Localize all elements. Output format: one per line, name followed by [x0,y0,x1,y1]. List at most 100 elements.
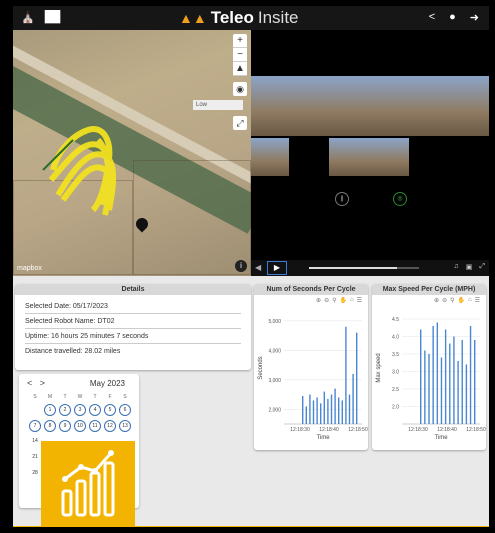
y-tick-label: 2.5 [392,387,399,393]
fullscreen-icon[interactable]: ⤢ [233,116,247,130]
brand-name-bold: Teleo [210,8,254,27]
app-frame: ⛪ ██ ▲▲ Teleo Insite < ● ➜ + − ▲ ◉ Low ⤢… [13,6,489,527]
analytics-tile[interactable] [41,441,135,527]
pip-icon[interactable]: ▣ [466,263,473,271]
bar [316,397,318,424]
x-tick-label: 12:18:40 [319,427,339,433]
calendar-day[interactable]: 12 [104,420,116,432]
seconds-chart: 5,000 4,000 3,000 2,000 12:18:30 12:18:40 12:1… [258,319,368,441]
weekday-label: S [33,394,37,400]
calendar-day[interactable]: 28 [29,468,41,480]
camera-view-bottom-center[interactable] [329,138,409,176]
y-tick-label: 3,000 [268,378,281,384]
calendar-day[interactable]: 5 [104,404,116,416]
bar [424,350,426,424]
satellite-map[interactable]: + − ▲ ◉ Low ⤢ mapbox i [13,30,251,276]
details-panel: Details Selected Date: 05/17/2023 Select… [15,284,251,370]
bar [323,391,325,424]
zoom-in-button[interactable]: + [233,34,247,48]
speed-chart-panel: Max Speed Per Cycle (MPH) ⊕ ⊖ ⚲ ✋ ⌂ ☰ 4.… [372,284,486,450]
camera-view-bottom-left[interactable] [251,138,289,176]
calendar-day[interactable]: 9 [59,420,71,432]
calendar-day[interactable]: 13 [119,420,131,432]
calendar-day[interactable]: 7 [29,420,41,432]
camera-feed-panel: || ◎ ◀ ▶ ♫ ▣ ⤢ [251,30,489,276]
calendar-day[interactable]: 21 [29,452,41,464]
speed-chart: 4.5 4.0 3.5 3.0 2.5 2.0 12:18:30 12:18:40 12:18:… [376,317,486,441]
y-tick-label: 2,000 [268,407,281,413]
bar-chart-icon[interactable]: ██ [45,11,61,24]
x-tick-label: 12:18:30 [408,427,428,433]
calendar-day[interactable]: 8 [44,420,56,432]
record-control[interactable]: ◎ [393,192,407,206]
calendar-nav: < > [27,378,45,388]
zoom-out-button[interactable]: − [233,48,247,62]
growth-chart-icon [61,450,115,517]
video-player-bar: ◀ ▶ ♫ ▣ ⤢ [251,260,489,276]
bar [305,406,307,424]
weekday-label: T [93,394,97,400]
x-tick-label: 12:18:50 [466,427,486,433]
pause-control[interactable]: || [335,192,349,206]
bar [469,326,472,424]
video-scrubber[interactable] [309,267,419,269]
bar [444,329,447,424]
volume-icon[interactable]: ♫ [454,263,459,271]
bar [449,343,451,424]
robot-path [42,126,117,216]
uptime-row: Uptime: 16 hours 25 minutes 7 seconds [25,329,241,344]
calendar-day[interactable]: 10 [74,420,86,432]
home-icon[interactable]: ⛪ [21,11,35,24]
next-month-icon[interactable]: > [40,378,45,388]
camera-view-left[interactable] [251,76,329,136]
weekday-label: T [63,394,67,400]
previous-icon[interactable]: ◀ [255,263,261,272]
play-button[interactable]: ▶ [267,261,287,275]
camera-view-center[interactable] [329,76,411,136]
bar [457,361,459,424]
y-tick-label: 3.0 [392,370,399,376]
calendar-day[interactable]: 11 [89,420,101,432]
calendar-day[interactable]: 14 [29,436,41,448]
robot-name-row: Selected Robot Name: DT02 [25,314,241,329]
calendar-day[interactable]: 3 [74,404,86,416]
calendar-day[interactable]: 4 [89,404,101,416]
teleo-logo-icon: ▲▲ [179,10,207,26]
y-tick-label: 4.5 [392,317,399,323]
user-icon[interactable]: ● [449,11,456,24]
weekday-label: F [108,394,112,400]
logout-icon[interactable]: ➜ [470,11,479,24]
bar [440,357,443,424]
x-axis-label: Time [434,435,448,441]
prev-month-icon[interactable]: < [27,378,32,388]
calendar-day[interactable]: 1 [44,404,56,416]
calendar-day[interactable]: 6 [119,404,131,416]
bar [436,322,439,424]
bar [474,340,476,424]
brand-name-light: Insite [257,8,299,27]
weekday-label: S [123,394,127,400]
x-axis-label: Time [316,435,330,441]
expand-icon[interactable]: ⤢ [479,263,485,271]
zoom-control: + − ▲ [233,34,247,76]
bar [465,364,468,424]
video-progress [309,267,397,269]
brand: ▲▲ Teleo Insite [179,8,299,28]
bar [327,398,329,424]
bar [320,403,322,424]
calendar-month: May 2023 [89,379,125,388]
bar [428,354,430,424]
bar [341,400,343,424]
layers-button[interactable]: ◉ [233,82,247,96]
compass-button[interactable]: ▲ [233,62,247,76]
y-tick-label: 3.5 [392,352,399,358]
bar [461,340,463,424]
x-tick-label: 12:18:40 [437,427,457,433]
bar [356,332,358,424]
share-icon[interactable]: < [429,11,435,24]
bottom-accent-strip [13,526,489,527]
seconds-chart-title: Num of Seconds Per Cycle [254,284,368,295]
calendar-day[interactable]: 2 [59,404,71,416]
camera-view-right[interactable] [411,76,489,136]
info-icon[interactable]: i [235,260,247,272]
